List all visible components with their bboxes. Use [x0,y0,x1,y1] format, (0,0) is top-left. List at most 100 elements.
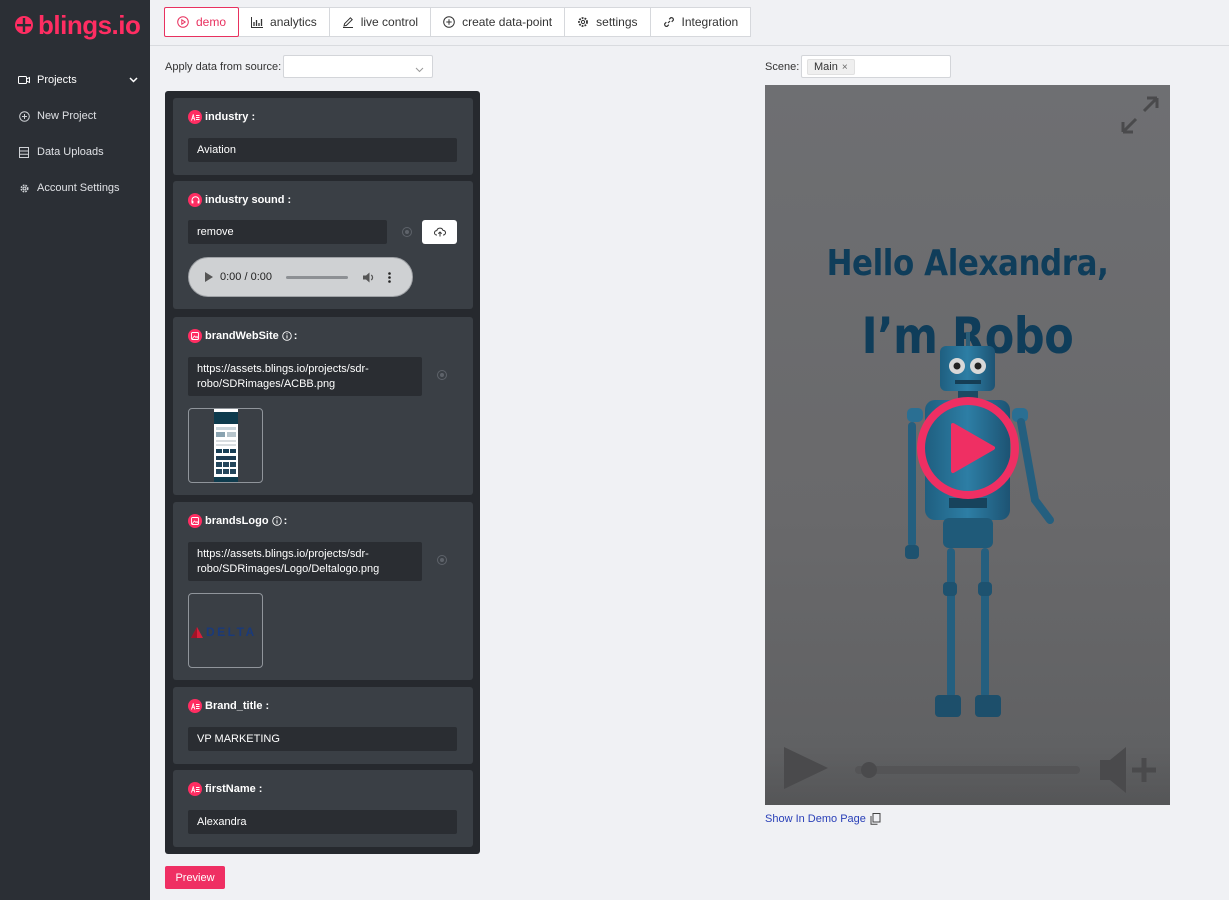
video-controls [765,745,1170,805]
robot-image [905,332,1054,717]
industry-sound-input[interactable]: remove [188,220,387,244]
field-label: brandsLogo [205,515,269,527]
field-brands-logo: brandsLogo : https://assets.blings.io/pr… [173,502,473,680]
video-greeting-line: Hello Alexandra, [826,243,1109,284]
website-screenshot-image [214,409,238,482]
show-in-demo-page-link[interactable]: Show In Demo Page [765,813,866,825]
image-type-icon [188,329,202,343]
delta-logo-image: DELTA [191,625,257,639]
video-icon [18,74,30,86]
chevron-down-icon[interactable] [129,74,138,86]
sidebar-nav: Projects New Project Data Uploads Accoun… [0,62,150,206]
sidebar-item-data-uploads[interactable]: Data Uploads [0,134,150,170]
blings-logo[interactable]: blings.io [14,9,141,40]
tab-settings[interactable]: settings [564,7,651,37]
field-label: industry : [205,111,256,123]
field-label: Brand_title : [205,700,270,712]
brands-logo-input[interactable]: https://assets.blings.io/projects/sdr- r… [188,542,422,581]
brands-logo-thumbnail[interactable]: DELTA [188,593,263,668]
play-icon[interactable] [782,747,828,789]
audio-player: 0:00 / 0:00 [188,257,413,297]
visibility-icon[interactable] [402,227,412,237]
field-label-suffix: : [293,330,298,342]
text-type-icon [188,782,202,796]
gear-icon [18,182,30,194]
more-options-icon[interactable] [388,271,391,283]
brand-website-input[interactable]: https://assets.blings.io/projects/sdr- r… [188,357,422,396]
data-source-select[interactable] [283,55,433,78]
tab-demo[interactable]: demo [164,7,240,37]
sidebar: blings.io Projects New Project Data Uplo… [0,0,150,900]
first-name-input[interactable]: Alexandra [188,810,457,834]
tab-label: demo [196,15,227,29]
delta-triangle-icon [191,626,203,638]
field-header: firstName : [188,782,262,796]
field-label: firstName : [205,783,263,795]
plus-circle-icon [18,110,30,122]
info-icon[interactable] [271,516,282,526]
text-type-icon [188,110,202,124]
scene-chip-label: Main [814,61,838,73]
apply-data-label: Apply data from source: [165,61,282,73]
field-first-name: firstName : Alexandra [173,770,473,847]
image-type-icon [188,514,202,528]
field-brand-title: Brand_title : VP MARKETING [173,687,473,764]
tab-integration[interactable]: Integration [649,7,752,37]
tab-label: analytics [270,15,317,29]
field-header: brandWebSite : [188,329,297,343]
field-label-suffix: : [283,515,288,527]
fullscreen-icon[interactable] [1120,95,1160,135]
gear-icon [577,16,589,28]
pencil-icon [342,16,354,28]
visibility-icon[interactable] [437,555,447,565]
visibility-icon[interactable] [437,370,447,380]
scene-select[interactable]: Main × [801,55,951,78]
sidebar-item-projects[interactable]: Projects [0,62,150,98]
big-play-icon[interactable] [915,395,1021,501]
sidebar-item-account-settings[interactable]: Account Settings [0,170,150,206]
field-industry: industry : Aviation [173,98,473,175]
tab-label: create data-point [462,15,553,29]
url-line: robo/SDRimages/Logo/Deltalogo.png [197,563,380,575]
tab-analytics[interactable]: analytics [238,7,330,37]
tab-live-control[interactable]: live control [328,7,432,37]
industry-input[interactable]: Aviation [188,138,457,162]
text-type-icon [188,699,202,713]
copy-icon[interactable] [870,813,881,825]
audio-seek-bar[interactable] [286,275,348,279]
cloud-upload-icon [433,227,446,237]
url-line: robo/SDRimages/ACBB.png [197,378,336,390]
sidebar-item-label: Data Uploads [37,146,104,158]
top-tabs: demo analytics live control create data-… [164,7,752,37]
delta-logo-text: DELTA [206,625,257,639]
sidebar-item-label: Account Settings [37,182,120,194]
info-icon[interactable] [282,331,292,341]
sidebar-item-label: New Project [37,110,97,122]
url-line: https://assets.blings.io/projects/sdr- [197,548,369,560]
brand-website-thumbnail[interactable] [188,408,263,483]
bar-chart-icon [251,16,264,28]
sidebar-item-label: Projects [37,74,77,86]
remove-chip-icon[interactable]: × [842,62,848,73]
audio-play-icon[interactable] [205,272,213,282]
field-header: brandsLogo : [188,514,287,528]
field-label: industry sound : [205,194,292,206]
sidebar-item-new-project[interactable]: New Project [0,98,150,134]
volume-icon[interactable] [363,272,375,283]
logo-text: blings.io [38,9,141,40]
audio-time: 0:00 / 0:00 [220,271,272,283]
tab-label: Integration [681,15,739,29]
volume-up-icon[interactable] [1100,745,1162,795]
url-line: https://assets.blings.io/projects/sdr- [197,363,369,375]
play-circle-icon [177,16,189,28]
tab-label: live control [360,15,419,29]
field-brand-website: brandWebSite : https://assets.blings.io/… [173,317,473,495]
video-player[interactable]: Hello Alexandra, I’m Robo [765,85,1170,805]
brand-title-input[interactable]: VP MARKETING [188,727,457,751]
tab-create-data-point[interactable]: create data-point [430,7,566,37]
video-seek-bar[interactable] [855,762,1080,778]
upload-audio-button[interactable] [422,220,457,244]
video-seek-knob[interactable] [861,762,877,778]
data-table-icon [18,146,30,158]
preview-button[interactable]: Preview [165,866,225,889]
